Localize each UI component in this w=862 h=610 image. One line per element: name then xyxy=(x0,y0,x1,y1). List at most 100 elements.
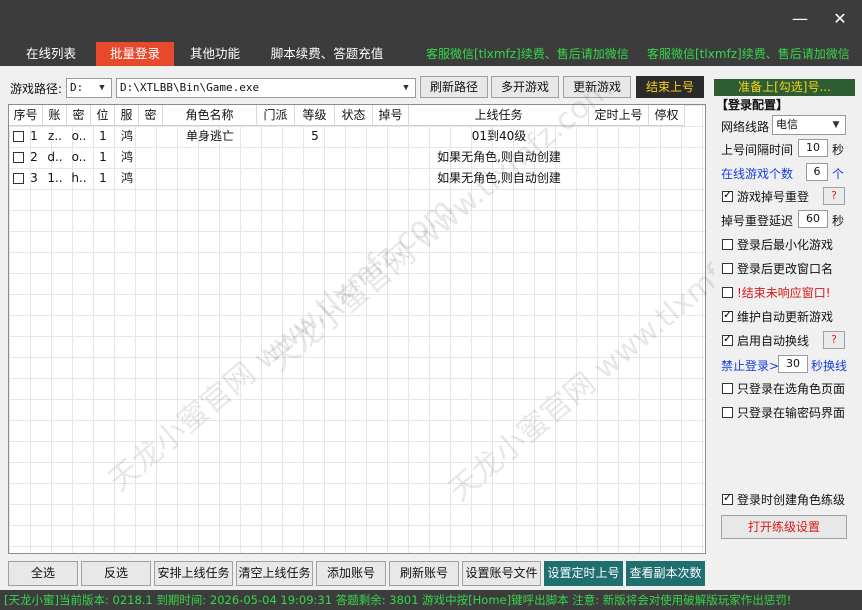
col-header[interactable]: 掉号 xyxy=(373,105,409,126)
add-account-button[interactable]: 添加账号 xyxy=(316,561,386,586)
cell-role: 单身逃亡 xyxy=(185,129,234,143)
row-checkbox[interactable] xyxy=(13,173,24,184)
relogin-delay-input[interactable]: 60 xyxy=(798,210,828,228)
col-header[interactable]: 服 xyxy=(115,105,139,126)
cell-no: 1 xyxy=(30,129,38,143)
network-value: 电信 xyxy=(776,118,798,131)
relogin-label: 游戏掉号重登 xyxy=(737,190,810,204)
end-login-button[interactable]: 结束上号 xyxy=(636,76,704,98)
col-header[interactable]: 等级 xyxy=(295,105,335,126)
game-path-label: 游戏路径: xyxy=(10,82,63,96)
cell-password: o.. xyxy=(71,150,87,164)
create-role-checkbox[interactable] xyxy=(722,491,733,505)
cell-account: 1.. xyxy=(47,171,63,185)
col-header[interactable]: 停权 xyxy=(649,105,685,126)
refresh-account-button[interactable]: 刷新账号 xyxy=(389,561,459,586)
row-checkbox[interactable] xyxy=(13,152,24,163)
chevron-down-icon: ▼ xyxy=(832,120,840,130)
network-label: 网络线路 xyxy=(721,120,770,134)
tab-online-list[interactable]: 在线列表 xyxy=(18,42,84,66)
only-select-label: 只登录在选角色页面 xyxy=(737,382,846,396)
col-header[interactable]: 位 xyxy=(91,105,115,126)
login-config-title: 【登录配置】 xyxy=(716,98,789,112)
account-table[interactable]: 序号 账 密 位 服 密 角色名称 门派 等级 状态 掉号 上线任务 定时上号 … xyxy=(8,104,706,554)
only-password-checkbox[interactable] xyxy=(722,407,733,418)
interval-label: 上号间隔时间 xyxy=(721,143,794,157)
set-timer-login-button[interactable]: 设置定时上号 xyxy=(544,561,623,586)
create-role-label: 登录时创建角色练级 xyxy=(737,493,846,507)
col-header[interactable]: 门派 xyxy=(257,105,295,126)
select-all-button[interactable]: 全选 xyxy=(8,561,78,586)
forbid-login-input[interactable]: 30 xyxy=(778,355,808,373)
relogin-delay-unit: 秒 xyxy=(832,214,845,228)
relogin-checkbox[interactable] xyxy=(722,188,733,202)
col-header[interactable]: 定时上号 xyxy=(589,105,649,126)
rename-label: 登录后更改窗口名 xyxy=(737,262,834,276)
open-level-settings-button[interactable]: 打开练级设置 xyxy=(721,515,847,539)
set-account-file-button[interactable]: 设置账号文件 xyxy=(462,561,541,586)
cell-level: 5 xyxy=(311,129,319,143)
arrange-task-button[interactable]: 安排上线任务 xyxy=(154,561,233,586)
minimize-button[interactable]: — xyxy=(790,9,810,29)
interval-input[interactable]: 10 xyxy=(798,139,828,157)
cell-no: 3 xyxy=(30,171,38,185)
minimize-checkbox[interactable] xyxy=(722,239,733,250)
relogin-delay-label: 掉号重登延迟 xyxy=(721,214,794,228)
col-header[interactable]: 密 xyxy=(67,105,91,126)
online-count-unit: 个 xyxy=(832,167,845,181)
chevron-down-icon: ▼ xyxy=(99,83,105,93)
cell-server: 鸿 xyxy=(120,171,133,185)
col-header[interactable]: 上线任务 xyxy=(409,105,589,126)
cell-account: z.. xyxy=(48,129,62,143)
update-game-button[interactable]: 更新游戏 xyxy=(563,76,631,98)
interval-unit: 秒 xyxy=(832,143,845,157)
cell-task: 如果无角色,则自动创建 xyxy=(437,171,561,185)
help-button[interactable]: ? xyxy=(823,187,845,205)
only-select-checkbox[interactable] xyxy=(722,383,733,394)
rename-checkbox[interactable] xyxy=(722,263,733,274)
cell-task: 如果无角色,则自动创建 xyxy=(437,150,561,164)
auto-switch-label: 启用自动换线 xyxy=(737,334,810,348)
auto-switch-checkbox[interactable] xyxy=(722,332,733,346)
cell-account: d.. xyxy=(47,150,63,164)
col-header[interactable]: 密 xyxy=(139,105,163,126)
cell-position: 1 xyxy=(99,129,107,143)
cell-task: 01到40级 xyxy=(471,129,527,143)
cell-server: 鸿 xyxy=(120,129,133,143)
tab-bar: 在线列表 批量登录 其他功能 脚本续费、答题充值 客服微信[tlxmfz]续费、… xyxy=(0,40,862,66)
tab-other-functions[interactable]: 其他功能 xyxy=(182,42,248,66)
auto-update-checkbox[interactable] xyxy=(722,308,733,322)
drive-select[interactable]: D: ▼ xyxy=(66,78,112,98)
network-select[interactable]: 电信 ▼ xyxy=(772,115,846,135)
view-dungeon-count-button[interactable]: 查看副本次数 xyxy=(626,561,705,586)
refresh-path-button[interactable]: 刷新路径 xyxy=(420,76,488,98)
row-checkbox[interactable] xyxy=(13,131,24,142)
game-path-select[interactable]: D:\XTLBB\Bin\Game.exe ▼ xyxy=(116,78,416,98)
col-header[interactable]: 账 xyxy=(43,105,67,126)
online-count-input[interactable]: 6 xyxy=(806,163,828,181)
kill-unresponsive-checkbox[interactable] xyxy=(722,287,733,298)
online-count-label: 在线游戏个数 xyxy=(721,167,794,181)
minimize-label: 登录后最小化游戏 xyxy=(737,238,834,252)
cell-position: 1 xyxy=(99,171,107,185)
col-header[interactable]: 序号 xyxy=(9,105,43,126)
drive-value: D: xyxy=(70,81,84,94)
only-password-label: 只登录在输密码界面 xyxy=(737,406,846,420)
cell-server: 鸿 xyxy=(120,150,133,164)
chevron-down-icon: ▼ xyxy=(403,83,409,93)
cell-position: 1 xyxy=(99,150,107,164)
help-button[interactable]: ? xyxy=(823,331,845,349)
kill-unresponsive-label: !结束未响应窗口! xyxy=(737,286,831,300)
invert-select-button[interactable]: 反选 xyxy=(81,561,151,586)
cell-password: h.. xyxy=(71,171,87,185)
forbid-login-unit: 秒换线 xyxy=(811,359,848,373)
col-header[interactable]: 角色名称 xyxy=(163,105,257,126)
status-bar: [天龙小蜜]当前版本: 0218.1 到期时间: 2026-05-04 19:0… xyxy=(0,590,862,610)
clear-task-button[interactable]: 清空上线任务 xyxy=(236,561,313,586)
col-header[interactable]: 状态 xyxy=(335,105,373,126)
multi-open-button[interactable]: 多开游戏 xyxy=(491,76,559,98)
close-button[interactable]: ✕ xyxy=(830,9,850,29)
tab-batch-login[interactable]: 批量登录 xyxy=(96,42,174,66)
ready-status: 准备上[勾选]号... xyxy=(714,79,855,96)
tab-renew-recharge[interactable]: 脚本续费、答题充值 xyxy=(264,42,390,66)
